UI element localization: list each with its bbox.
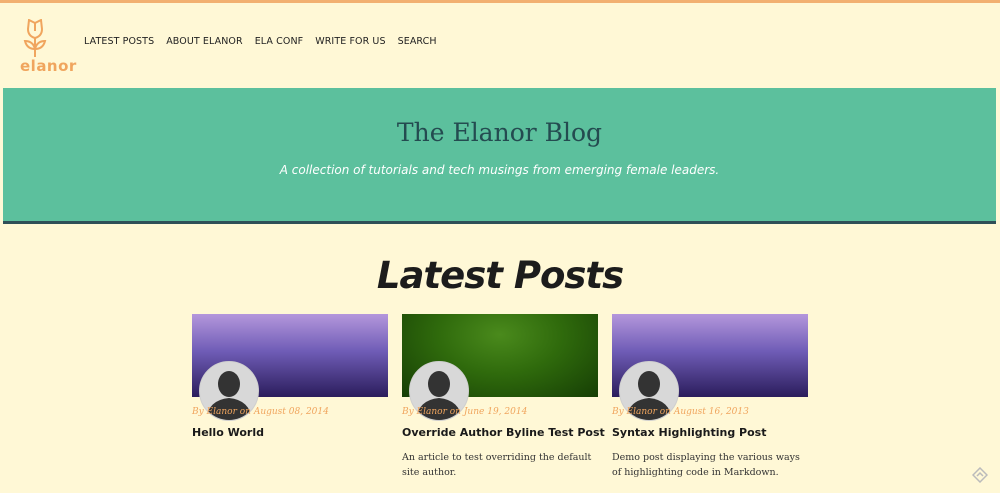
tulip-icon: [23, 19, 47, 57]
post-byline: By Elanor on August 08, 2014: [192, 407, 329, 417]
post-excerpt: An article to test overriding the defaul…: [402, 452, 592, 478]
nav-search[interactable]: SEARCH: [398, 36, 437, 47]
post-title[interactable]: Syntax Highlighting Post: [612, 426, 808, 439]
nav-about-elanor[interactable]: ABOUT ELANOR: [166, 36, 243, 47]
nav-latest-posts[interactable]: LATEST POSTS: [84, 36, 154, 47]
post-title[interactable]: Override Author Byline Test Post: [402, 426, 605, 439]
post-title[interactable]: Hello World: [192, 426, 388, 439]
blog-title: The Elanor Blog: [396, 118, 603, 147]
post-excerpt: Demo post displaying the various ways of…: [612, 452, 800, 478]
main-nav: LATEST POSTS ABOUT ELANOR ELA CONF WRITE…: [84, 36, 437, 47]
site-header: elanor LATEST POSTS ABOUT ELANOR ELA CON…: [0, 3, 1000, 87]
post-byline: By Elanor on August 16, 2013: [612, 407, 749, 417]
hero-banner: The Elanor Blog A collection of tutorial…: [3, 88, 996, 224]
logo-text: elanor: [20, 57, 77, 75]
blog-subtitle: A collection of tutorials and tech musin…: [279, 163, 720, 177]
scroll-to-top-icon[interactable]: [971, 466, 989, 484]
nav-ela-conf[interactable]: ELA CONF: [255, 36, 304, 47]
section-title: Latest Posts: [376, 254, 624, 297]
post-byline: By Elanor on June 19, 2014: [402, 407, 528, 417]
site-logo[interactable]: elanor: [18, 19, 77, 75]
nav-write-for-us[interactable]: WRITE FOR US: [315, 36, 385, 47]
